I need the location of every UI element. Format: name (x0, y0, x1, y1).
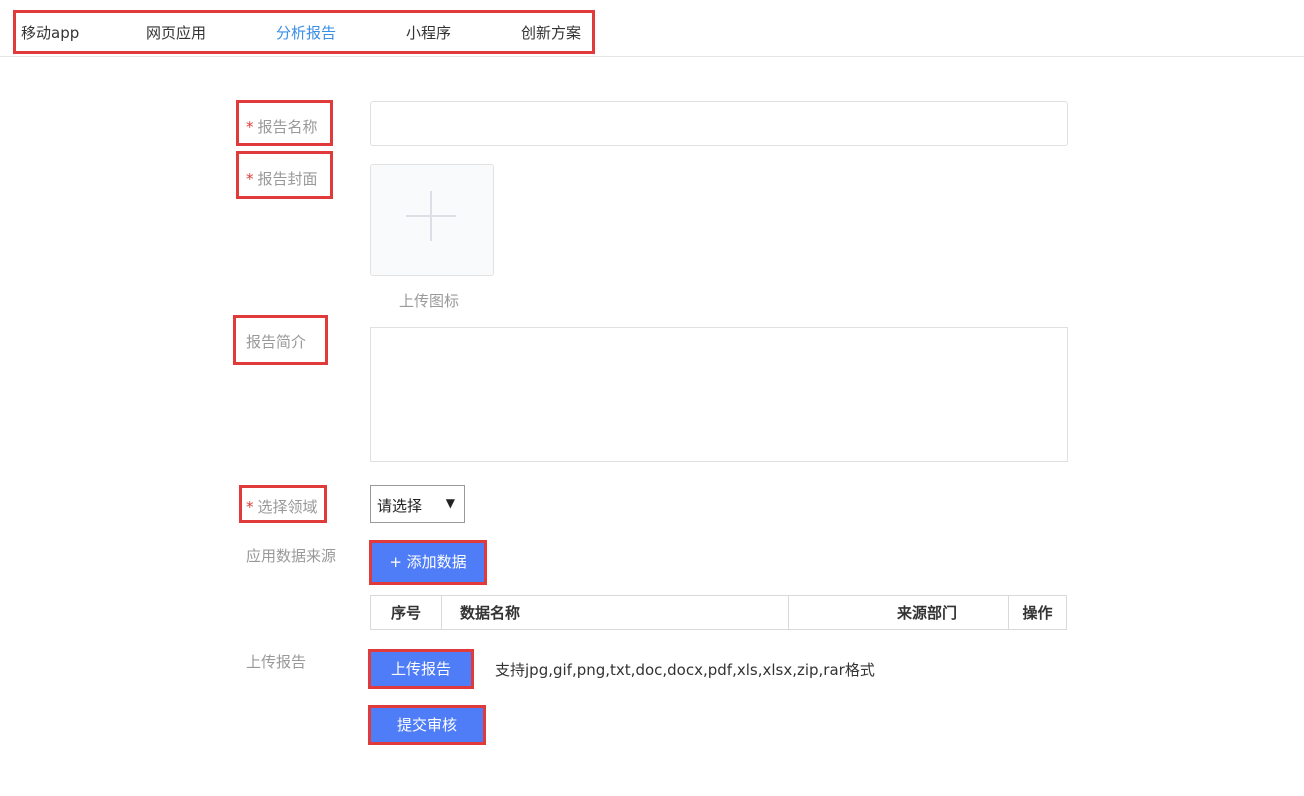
nav-tab-mini-program[interactable]: 小程序 (406, 22, 451, 43)
upload-icon-caption: 上传图标 (399, 292, 460, 310)
nav-tab-innovation-plan[interactable]: 创新方案 (521, 22, 581, 43)
table-header-row: 序号 数据名称 来源部门 操作 (370, 595, 1067, 630)
nav-tab-analysis-report[interactable]: 分析报告 (276, 22, 336, 43)
nav-tab-mobile-app[interactable]: 移动app (21, 22, 79, 43)
column-header-index: 序号 (370, 595, 442, 630)
cover-upload-box[interactable] (370, 164, 494, 276)
column-header-source-department: 来源部门 (788, 595, 1009, 630)
dropdown-arrow-icon: ▼ (445, 496, 455, 510)
upload-report-label: 上传报告 (246, 653, 307, 671)
report-cover-label: * 报告封面 (246, 170, 318, 188)
submit-review-button[interactable]: 提交审核 (368, 705, 486, 745)
domain-label: * 选择领域 (246, 498, 318, 516)
upload-report-button[interactable]: 上传报告 (368, 649, 474, 689)
report-cover-label-box: * 报告封面 (236, 151, 333, 199)
report-intro-label-box: 报告简介 (233, 315, 328, 365)
nav-tabs: 移动app 网页应用 分析报告 小程序 创新方案 (13, 10, 595, 54)
report-intro-textarea[interactable] (370, 327, 1068, 462)
column-header-actions: 操作 (1008, 595, 1067, 630)
plus-icon-vertical (430, 191, 432, 241)
nav-tab-web-app[interactable]: 网页应用 (146, 22, 206, 43)
domain-select-value: 请选择 (377, 497, 423, 515)
required-mark: * (246, 118, 254, 136)
required-mark: * (246, 170, 254, 188)
report-name-label-box: * 报告名称 (236, 100, 333, 146)
domain-select[interactable]: 请选择 ▼ (370, 485, 465, 523)
domain-label-box: * 选择领域 (239, 485, 327, 523)
report-name-label: * 报告名称 (246, 118, 318, 136)
report-intro-label: 报告简介 (246, 333, 307, 351)
required-mark: * (246, 498, 254, 516)
data-source-table: 序号 数据名称 来源部门 操作 (370, 595, 1067, 630)
column-header-data-name: 数据名称 (441, 595, 789, 630)
report-name-input[interactable] (370, 101, 1068, 146)
top-navigation-bar: 移动app 网页应用 分析报告 小程序 创新方案 (0, 0, 1304, 57)
data-source-label: 应用数据来源 (246, 547, 337, 565)
upload-format-hint: 支持jpg,gif,png,txt,doc,docx,pdf,xls,xlsx,… (495, 661, 875, 679)
add-data-button[interactable]: + 添加数据 (369, 540, 487, 585)
